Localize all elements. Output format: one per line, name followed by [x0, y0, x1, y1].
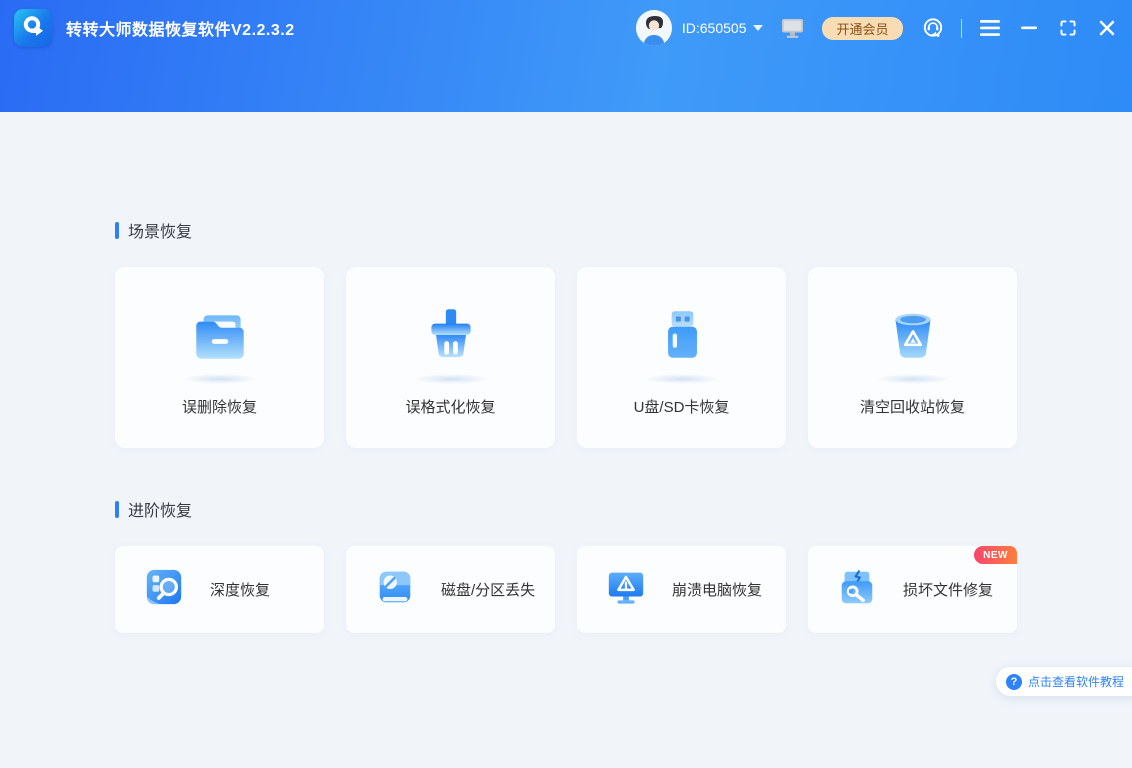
card-label: U盘/SD卡恢复 [633, 399, 730, 416]
deep-scan-icon [143, 566, 185, 613]
crashed-pc-icon [605, 566, 647, 613]
advanced-card-grid: 深度恢复 磁盘/分区丢失 崩溃电脑恢复 损坏文件修复 NEW [115, 546, 1017, 633]
tutorial-label: 点击查看软件教程 [1027, 675, 1124, 689]
card-deleted-file-recovery[interactable]: 误删除恢复 [115, 267, 324, 448]
menu-icon[interactable] [979, 17, 1001, 39]
card-label: 崩溃电脑恢复 [672, 582, 763, 599]
app-title: 转转大师数据恢复软件V2.2.3.2 [66, 22, 295, 39]
title-bar: 转转大师数据恢复软件V2.2.3.2 ID:650505 开通会员 [0, 0, 1132, 112]
main-area: 场景恢复 误删除恢复 误格式化恢复 U盘/SD卡恢复 清空回收站恢复 进阶恢复 … [0, 112, 1132, 768]
app-logo-q-icon [20, 13, 46, 44]
section-scene-recovery-header: 场景恢复 [115, 112, 1017, 242]
vip-upgrade-button[interactable]: 开通会员 [822, 16, 903, 40]
user-id[interactable]: ID:650505 [682, 20, 747, 36]
recycle-bin-icon [880, 303, 946, 372]
card-label: 磁盘/分区丢失 [441, 582, 536, 599]
header-divider [960, 18, 962, 38]
icon-shadow [413, 374, 488, 384]
minimize-icon[interactable] [1018, 17, 1040, 39]
usb-drive-icon [649, 303, 715, 372]
maximize-icon[interactable] [1057, 17, 1079, 39]
section-title: 场景恢复 [128, 224, 193, 241]
section-title: 进阶恢复 [128, 503, 193, 520]
chevron-down-icon[interactable] [753, 25, 764, 31]
help-icon: ? [1005, 673, 1022, 690]
scene-card-grid: 误删除恢复 误格式化恢复 U盘/SD卡恢复 清空回收站恢复 [115, 267, 1017, 448]
customer-service-icon[interactable] [921, 16, 945, 40]
monitor-device-icon[interactable] [781, 18, 804, 39]
card-formatted-recovery[interactable]: 误格式化恢复 [346, 267, 555, 448]
card-crashed-pc-recovery[interactable]: 崩溃电脑恢复 [577, 546, 786, 633]
broom-icon [418, 303, 484, 372]
new-badge: NEW [974, 546, 1017, 564]
card-usb-sd-recovery[interactable]: U盘/SD卡恢复 [577, 267, 786, 448]
section-accent-bar [115, 221, 119, 239]
user-avatar[interactable] [635, 10, 672, 46]
card-label: 清空回收站恢复 [859, 399, 965, 416]
card-label: 误格式化恢复 [405, 399, 496, 416]
section-accent-bar [115, 500, 119, 518]
tutorial-button[interactable]: ? 点击查看软件教程 [995, 667, 1132, 696]
disk-partition-icon [374, 566, 416, 613]
icon-shadow [182, 374, 257, 384]
card-deep-recovery[interactable]: 深度恢复 [115, 546, 324, 633]
card-label: 深度恢复 [210, 582, 271, 599]
icon-shadow [644, 374, 719, 384]
card-recycle-bin-recovery[interactable]: 清空回收站恢复 [808, 267, 1017, 448]
app-logo [14, 9, 52, 47]
close-icon[interactable] [1096, 17, 1118, 39]
folder-icon [187, 303, 253, 372]
file-repair-icon [836, 566, 878, 613]
card-label: 损坏文件修复 [903, 582, 994, 599]
icon-shadow [875, 374, 950, 384]
card-disk-partition-loss[interactable]: 磁盘/分区丢失 [346, 546, 555, 633]
card-label: 误删除恢复 [181, 399, 257, 416]
section-advanced-recovery-header: 进阶恢复 [115, 448, 1017, 521]
card-corrupt-file-repair[interactable]: 损坏文件修复 NEW [808, 546, 1017, 633]
